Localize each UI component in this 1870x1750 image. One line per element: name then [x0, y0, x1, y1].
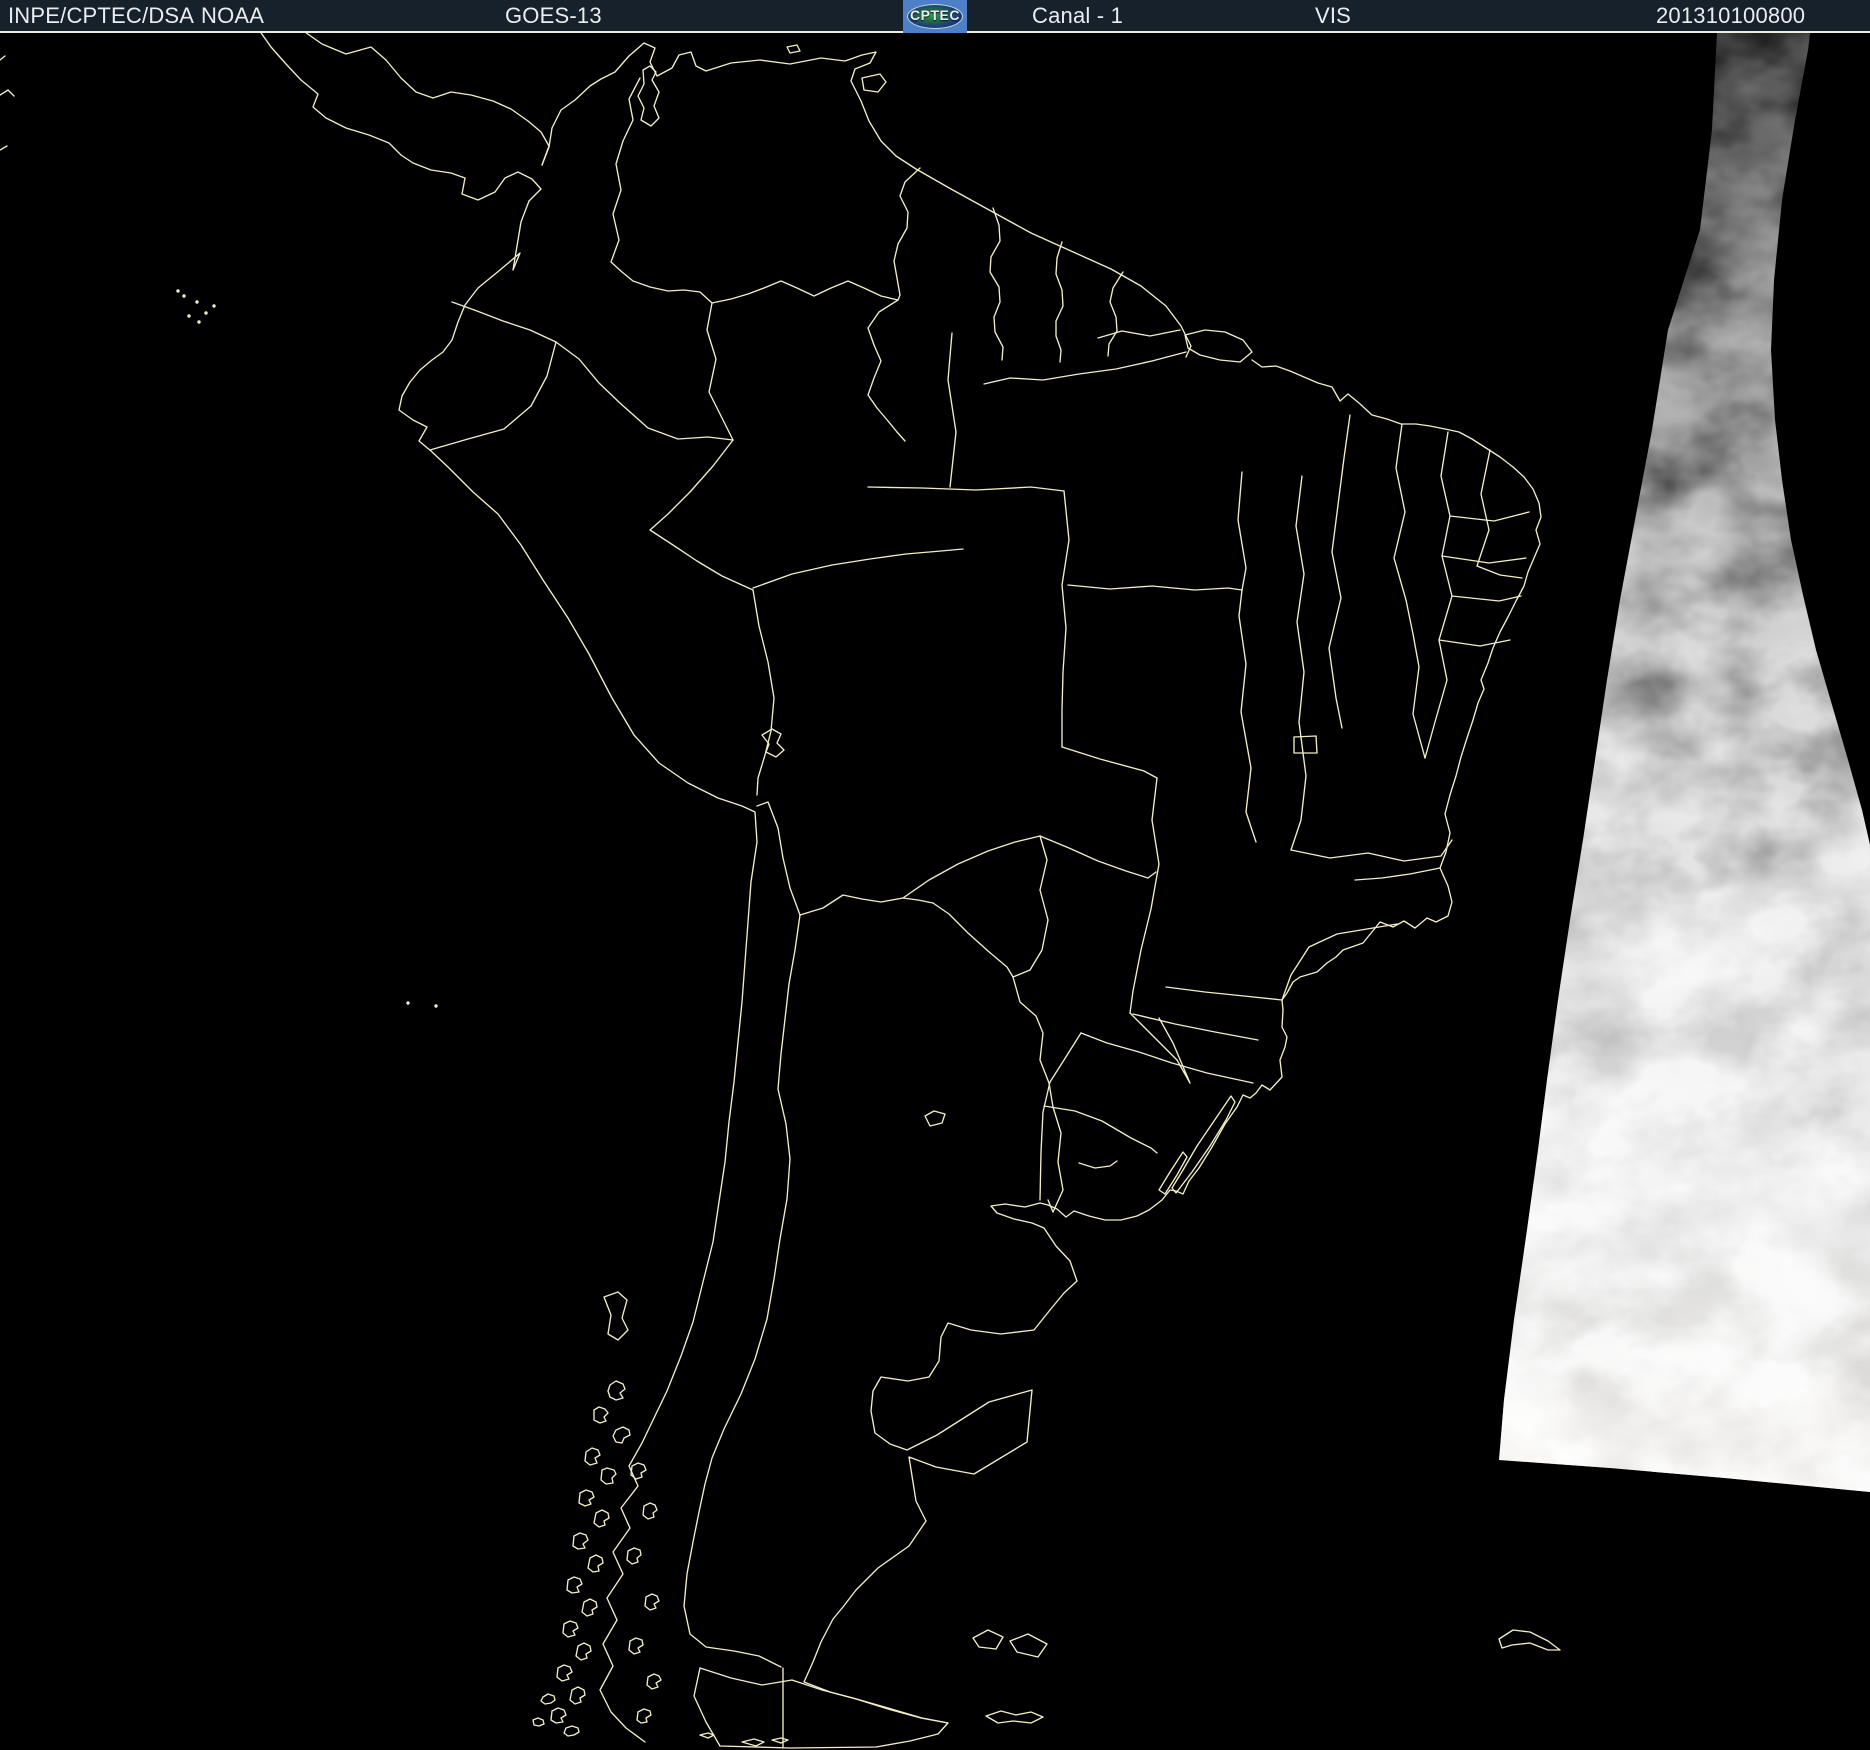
islet-dot [187, 314, 191, 318]
islet-dot [212, 304, 216, 308]
channel-label: Canal - 1 [1032, 3, 1124, 28]
cptec-logo-text: CPTEC [910, 7, 960, 23]
satellite-label: GOES-13 [505, 3, 602, 28]
islet-dot [195, 300, 199, 304]
islet-dot [434, 1004, 438, 1008]
islet-dot [406, 1001, 410, 1005]
satellite-image-viewer: INPE/CPTEC/DSA NOAA GOES-13 CPTEC Canal … [0, 0, 1870, 1750]
islet-dot [204, 311, 208, 315]
noaa-label: NOAA [201, 3, 265, 28]
islet-dot [182, 294, 186, 298]
islet-dot [176, 289, 180, 293]
timestamp-label: 201310100800 [1656, 3, 1806, 28]
islet-dot [197, 320, 201, 324]
satellite-map [0, 0, 1870, 1750]
agency-label: INPE/CPTEC/DSA [8, 3, 195, 28]
cptec-logo: CPTEC [903, 0, 967, 33]
header-bar: INPE/CPTEC/DSA NOAA GOES-13 CPTEC Canal … [0, 0, 1870, 33]
band-label: VIS [1315, 3, 1352, 28]
